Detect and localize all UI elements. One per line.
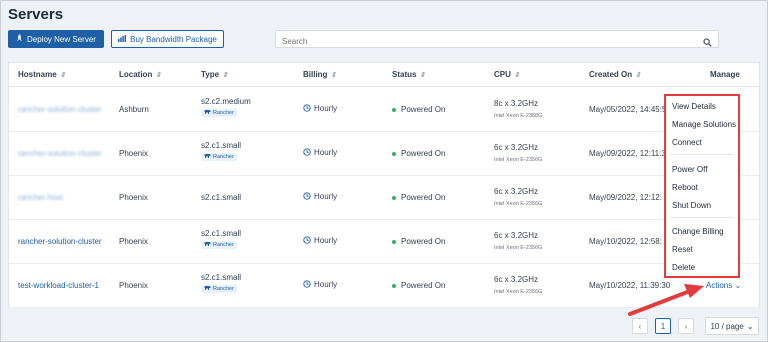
pagination-next-button[interactable]: › (678, 318, 694, 334)
chevron-right-icon: › (684, 321, 688, 331)
per-page-label: 10 / page (710, 321, 744, 331)
arrow-annotation-icon (628, 284, 704, 316)
chevron-down-icon: ⌄ (746, 321, 754, 331)
pagination-page-button[interactable]: 1 (655, 318, 671, 334)
per-page-select[interactable]: 10 / page ⌄ (705, 317, 759, 335)
chevron-left-icon: ‹ (638, 321, 642, 331)
pagination-prev-button[interactable]: ‹ (632, 318, 648, 334)
